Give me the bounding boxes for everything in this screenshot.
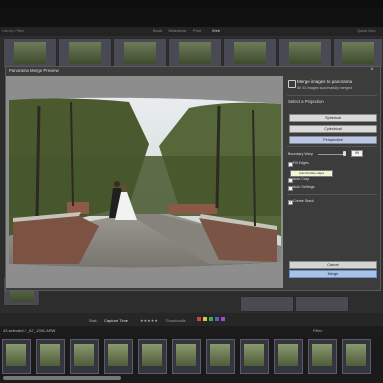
fill-edges-tooltip: Auto-fill white edges — [290, 170, 333, 177]
grid-thumbnail — [69, 42, 101, 64]
module-slideshow[interactable]: Slideshow — [168, 28, 186, 33]
identity-plate — [0, 8, 383, 27]
right-panel-label: Quick Dev — [357, 28, 376, 33]
projection-cylindrical-button[interactable]: Cylindrical — [289, 125, 377, 133]
divider — [287, 95, 377, 96]
grid-thumbnail — [342, 42, 374, 64]
merge-options-panel — [284, 76, 379, 288]
filmstrip-thumbnail[interactable] — [308, 339, 337, 374]
grid-thumbnail — [14, 42, 46, 64]
module-book[interactable]: Book — [153, 28, 162, 33]
auto-settings-label: Auto Settings — [293, 185, 315, 189]
grid-cell[interactable] — [113, 38, 167, 68]
thumbnails-label: Thumbnails — [165, 318, 186, 323]
module-picker — [0, 27, 383, 36]
grid-thumbnail — [289, 42, 321, 64]
filter-label: Filter: — [313, 328, 323, 333]
selection-info: 43 selected / _A7_1391.ARW — [3, 328, 56, 333]
filmstrip-thumbnail[interactable] — [172, 339, 201, 374]
filmstrip-thumbnail[interactable] — [36, 339, 65, 374]
filmstrip-thumbnail[interactable] — [138, 339, 167, 374]
projection-spherical-button[interactable]: Spherical — [289, 114, 377, 122]
grid-cell[interactable] — [58, 38, 112, 68]
panorama-icon — [288, 80, 296, 88]
projection-perspective-button[interactable]: Perspective — [289, 136, 377, 144]
grid-toolbar — [0, 313, 383, 326]
filmstrip-thumbnail[interactable] — [342, 339, 371, 374]
sort-dropdown[interactable]: Capture Time — [104, 318, 128, 323]
boundary-warp-slider-thumb[interactable] — [342, 151, 346, 156]
color-label-red-icon[interactable] — [197, 317, 201, 321]
filmstrip-thumbnail[interactable] — [206, 339, 235, 374]
filmstrip-thumbnail[interactable] — [240, 339, 269, 374]
left-panel-label: Library Filter — [2, 28, 25, 33]
rating-stars-icon[interactable]: ★★★★★ — [140, 318, 158, 323]
grid-cell[interactable] — [240, 296, 294, 312]
grid-cell[interactable] — [3, 38, 57, 68]
window-title-bar — [0, 0, 383, 8]
dialog-title: Panorama Merge Preview — [9, 68, 59, 73]
merge-button[interactable]: Merge — [289, 270, 377, 278]
color-label-purple-icon[interactable] — [221, 317, 225, 321]
close-icon[interactable]: × — [368, 67, 376, 74]
boundary-warp-slider[interactable] — [318, 154, 345, 155]
grid-cell[interactable] — [333, 38, 383, 68]
cancel-button[interactable]: Cancel — [289, 261, 377, 269]
color-label-yellow-icon[interactable] — [203, 317, 207, 321]
projection-heading: Select a Projection — [288, 99, 324, 104]
grid-thumbnail — [234, 42, 266, 64]
divider — [287, 194, 377, 195]
sort-label: Sort: — [89, 318, 98, 323]
color-label-green-icon[interactable] — [209, 317, 213, 321]
divider — [287, 146, 377, 147]
filmstrip-thumbnail[interactable] — [2, 339, 31, 374]
boundary-warp-label: Boundary Warp — [288, 152, 313, 156]
merge-heading: Merge images to panorama — [297, 79, 353, 84]
grid-thumbnail — [179, 42, 211, 64]
module-print[interactable]: Print — [193, 28, 201, 33]
fill-edges-label: Fill Edges — [293, 161, 309, 165]
filmstrip-thumbnail[interactable] — [274, 339, 303, 374]
grid-cell[interactable] — [223, 38, 277, 68]
color-label-blue-icon[interactable] — [215, 317, 219, 321]
grid-cell[interactable] — [168, 38, 222, 68]
filmstrip-thumbnail[interactable] — [70, 339, 99, 374]
grid-cell[interactable] — [295, 296, 349, 312]
filmstrip-header — [0, 326, 383, 335]
filmstrip-scrollbar[interactable] — [3, 376, 121, 380]
create-stack-label: Create Stack — [293, 199, 314, 203]
grid-cell[interactable] — [278, 38, 332, 68]
auto-crop-label: Auto Crop — [293, 177, 310, 181]
filmstrip-thumbnail[interactable] — [104, 339, 133, 374]
module-web[interactable]: Web — [212, 28, 220, 33]
merge-status: All 43 images successfully merged — [297, 86, 353, 90]
panorama-preview-image — [9, 97, 281, 268]
boundary-warp-value-field[interactable]: 99 — [351, 150, 363, 157]
grid-thumbnail — [124, 42, 156, 64]
